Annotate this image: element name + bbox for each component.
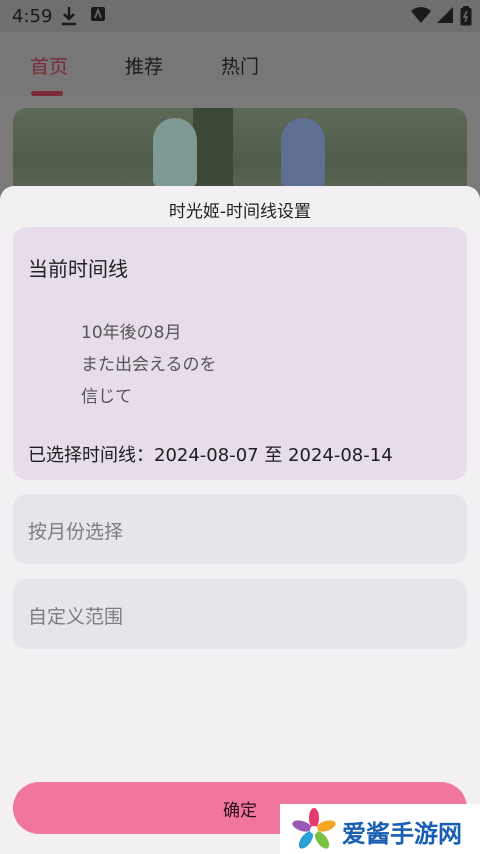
status-time: 4:59 [12, 6, 53, 27]
select-by-month-option[interactable]: 按月份选择 [13, 494, 467, 564]
tab-indicator [31, 91, 63, 96]
app-notification-icon [90, 6, 106, 27]
custom-range-label: 自定义范围 [28, 606, 124, 628]
download-icon [60, 6, 78, 31]
watermark: 爱酱手游网 [280, 804, 480, 854]
banner-character-right [281, 118, 325, 188]
timeline-quote: 10年後の8月 また出会えるのを 信じて [81, 317, 217, 413]
tab-recommended[interactable]: 推荐 [125, 52, 163, 79]
pinwheel-logo-icon [292, 808, 336, 849]
tab-home[interactable]: 首页 [30, 52, 68, 79]
current-timeline-card: 当前时间线 10年後の8月 また出会えるのを 信じて 已选择时间线：2024-0… [13, 227, 467, 480]
timeline-settings-sheet: 时光姬-时间线设置 当前时间线 10年後の8月 また出会えるのを 信じて 已选择… [0, 186, 480, 854]
app-header: 首页 推荐 热门 [0, 32, 480, 96]
select-by-month-label: 按月份选择 [28, 521, 124, 543]
battery-icon [460, 6, 472, 31]
quote-line: 信じて [81, 387, 132, 407]
banner-character-left [153, 118, 197, 188]
selected-timeline-range: 已选择时间线：2024-08-07 至 2024-08-14 [28, 445, 393, 466]
custom-range-option[interactable]: 自定义范围 [13, 579, 467, 649]
quote-line: また出会えるのを [81, 355, 217, 375]
watermark-text: 爱酱手游网 [342, 820, 462, 848]
quote-line: 10年後の8月 [81, 323, 182, 343]
current-timeline-heading: 当前时间线 [28, 257, 128, 281]
signal-icon [436, 6, 454, 29]
wifi-icon [410, 6, 432, 29]
sheet-title: 时光姬-时间线设置 [168, 202, 312, 222]
tab-popular[interactable]: 热门 [221, 52, 259, 79]
status-bar: 4:59 [0, 0, 480, 32]
